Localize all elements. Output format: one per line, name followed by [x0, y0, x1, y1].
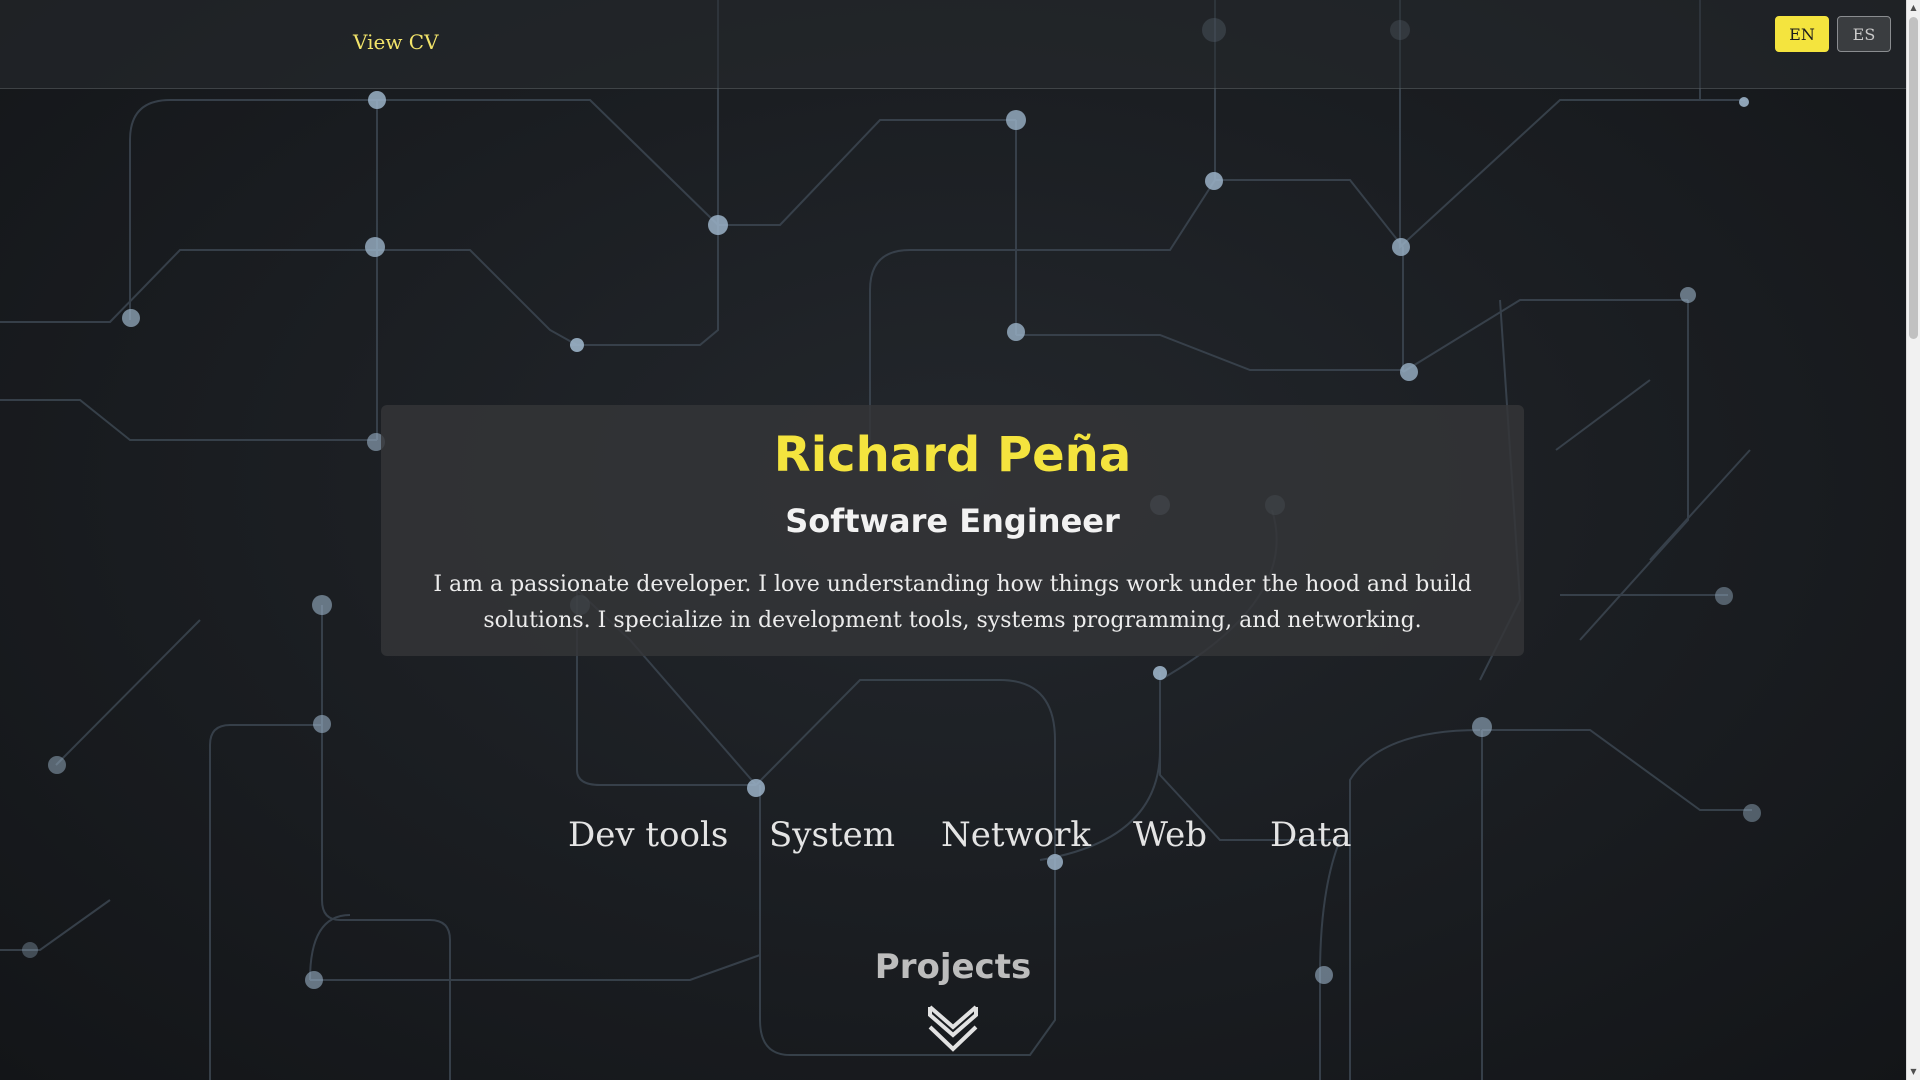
- language-button-en[interactable]: EN: [1775, 16, 1829, 52]
- language-button-es[interactable]: ES: [1837, 16, 1891, 52]
- double-chevron-down-icon[interactable]: [926, 1003, 980, 1055]
- intro-card: Richard Peña Software Engineer I am a pa…: [381, 405, 1524, 656]
- skill-data[interactable]: Data: [1270, 810, 1351, 860]
- scrollbar-thumb[interactable]: [1909, 17, 1918, 339]
- profile-bio: I am a passionate developer. I love unde…: [433, 572, 1472, 633]
- page-scrollbar[interactable]: ▲ ▼: [1906, 0, 1920, 1080]
- profile-role: Software Engineer: [785, 502, 1120, 540]
- top-navigation-bar: View CV EN ES: [0, 0, 1906, 89]
- view-cv-link[interactable]: View CV: [353, 30, 439, 54]
- scroll-up-arrow-icon[interactable]: ▲: [1907, 1, 1920, 15]
- scroll-down-arrow-icon[interactable]: ▼: [1907, 1065, 1920, 1079]
- skill-system[interactable]: System: [769, 810, 895, 860]
- skill-dev-tools[interactable]: Dev tools: [568, 810, 728, 860]
- profile-name: Richard Peña: [773, 427, 1132, 483]
- projects-heading: Projects: [874, 947, 1032, 987]
- skill-web[interactable]: Web: [1133, 810, 1207, 860]
- skill-network[interactable]: Network: [941, 810, 1091, 860]
- page: View CV EN ES Richard Peña Software Engi…: [0, 0, 1920, 1080]
- skills-nav: Dev tools System Network Web Data: [0, 810, 1906, 860]
